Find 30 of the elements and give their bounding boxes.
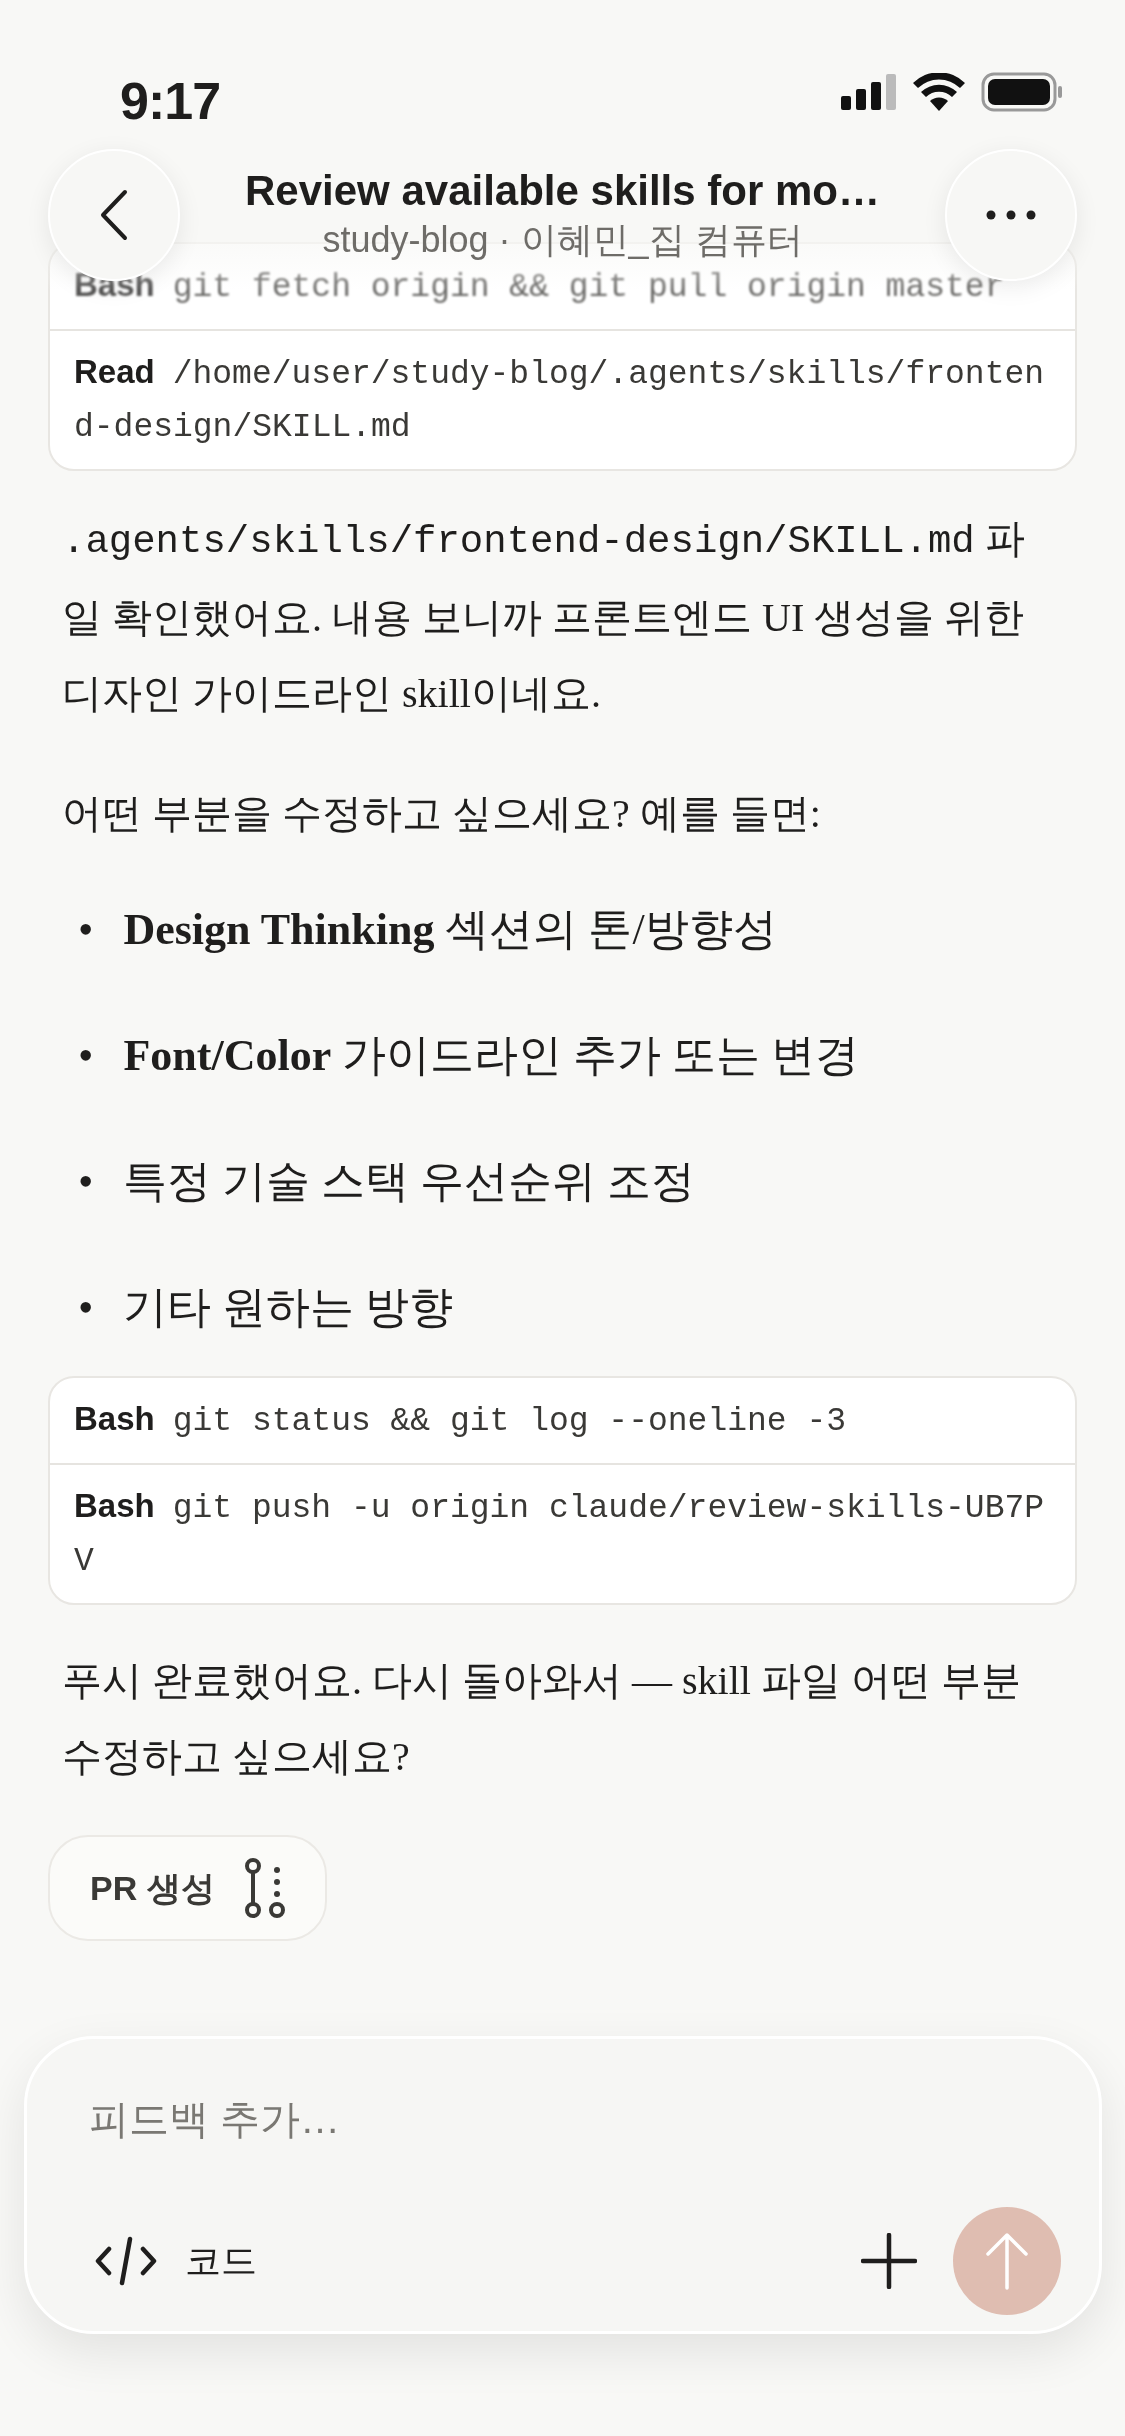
list-item: 특정 기술 스택 우선순위 조정: [123, 1156, 696, 1208]
conversation-subtitle: study-blog · 이혜민_집 컴퓨터: [321, 217, 804, 262]
tool-call-row[interactable]: Read /home/user/study-blog/.agents/skills/frontend-design/SKILL.md: [50, 329, 1075, 469]
battery-icon: [981, 72, 1063, 112]
list-bullet: •: [78, 1282, 94, 1334]
feedback-input-field[interactable]: 피드백 추가…: [65, 2089, 1061, 2149]
list-bullet: •: [78, 904, 94, 956]
add-button[interactable]: [861, 2233, 917, 2289]
list-bullet: •: [78, 1156, 94, 1208]
list-bullet: •: [78, 1030, 94, 1082]
tool-call-row[interactable]: Bash git status && git log --oneline -3: [50, 1378, 1075, 1463]
code-mode-button[interactable]: 코드: [65, 2234, 257, 2288]
conversation-title: Review available skills for mo…: [244, 166, 881, 217]
code-icon: [95, 2236, 157, 2286]
plus-icon: [861, 2233, 917, 2289]
status-time: 9:17: [120, 71, 221, 132]
signal-icon: [841, 74, 897, 110]
list-item: Design Thinking 섹션의 톤/방향성: [123, 904, 777, 956]
message-paragraph: 푸시 완료했어요. 다시 돌아와서 — skill 파일 어떤 부분 수정하고 싶으세요?: [61, 1657, 1022, 1781]
message-paragraph: .agents/skills/frontend-design/SKILL.md 파일 확인했어요. 내용 보니까 프론트엔드 UI 생성을 위한 디자인 가이드라인 skill이네요.: [61, 515, 1026, 718]
arrow-up-icon: [985, 2232, 1029, 2290]
tool-call-row[interactable]: Bash git push -u origin claude/review-skills-UB7PV: [50, 1463, 1075, 1603]
more-icon: [986, 210, 1036, 220]
message-paragraph: 어떤 부분을 수정하고 싶으세요? 예를 들면:: [61, 790, 822, 838]
list-item: Font/Color 가이드라인 추가 또는 변경: [123, 1030, 860, 1082]
back-icon: [99, 188, 129, 242]
branch-icon: [244, 1858, 285, 1918]
pr-button[interactable]: PR 생성: [48, 1835, 327, 1941]
list-item: 기타 원하는 방향: [123, 1282, 454, 1334]
wifi-icon: [913, 73, 965, 111]
